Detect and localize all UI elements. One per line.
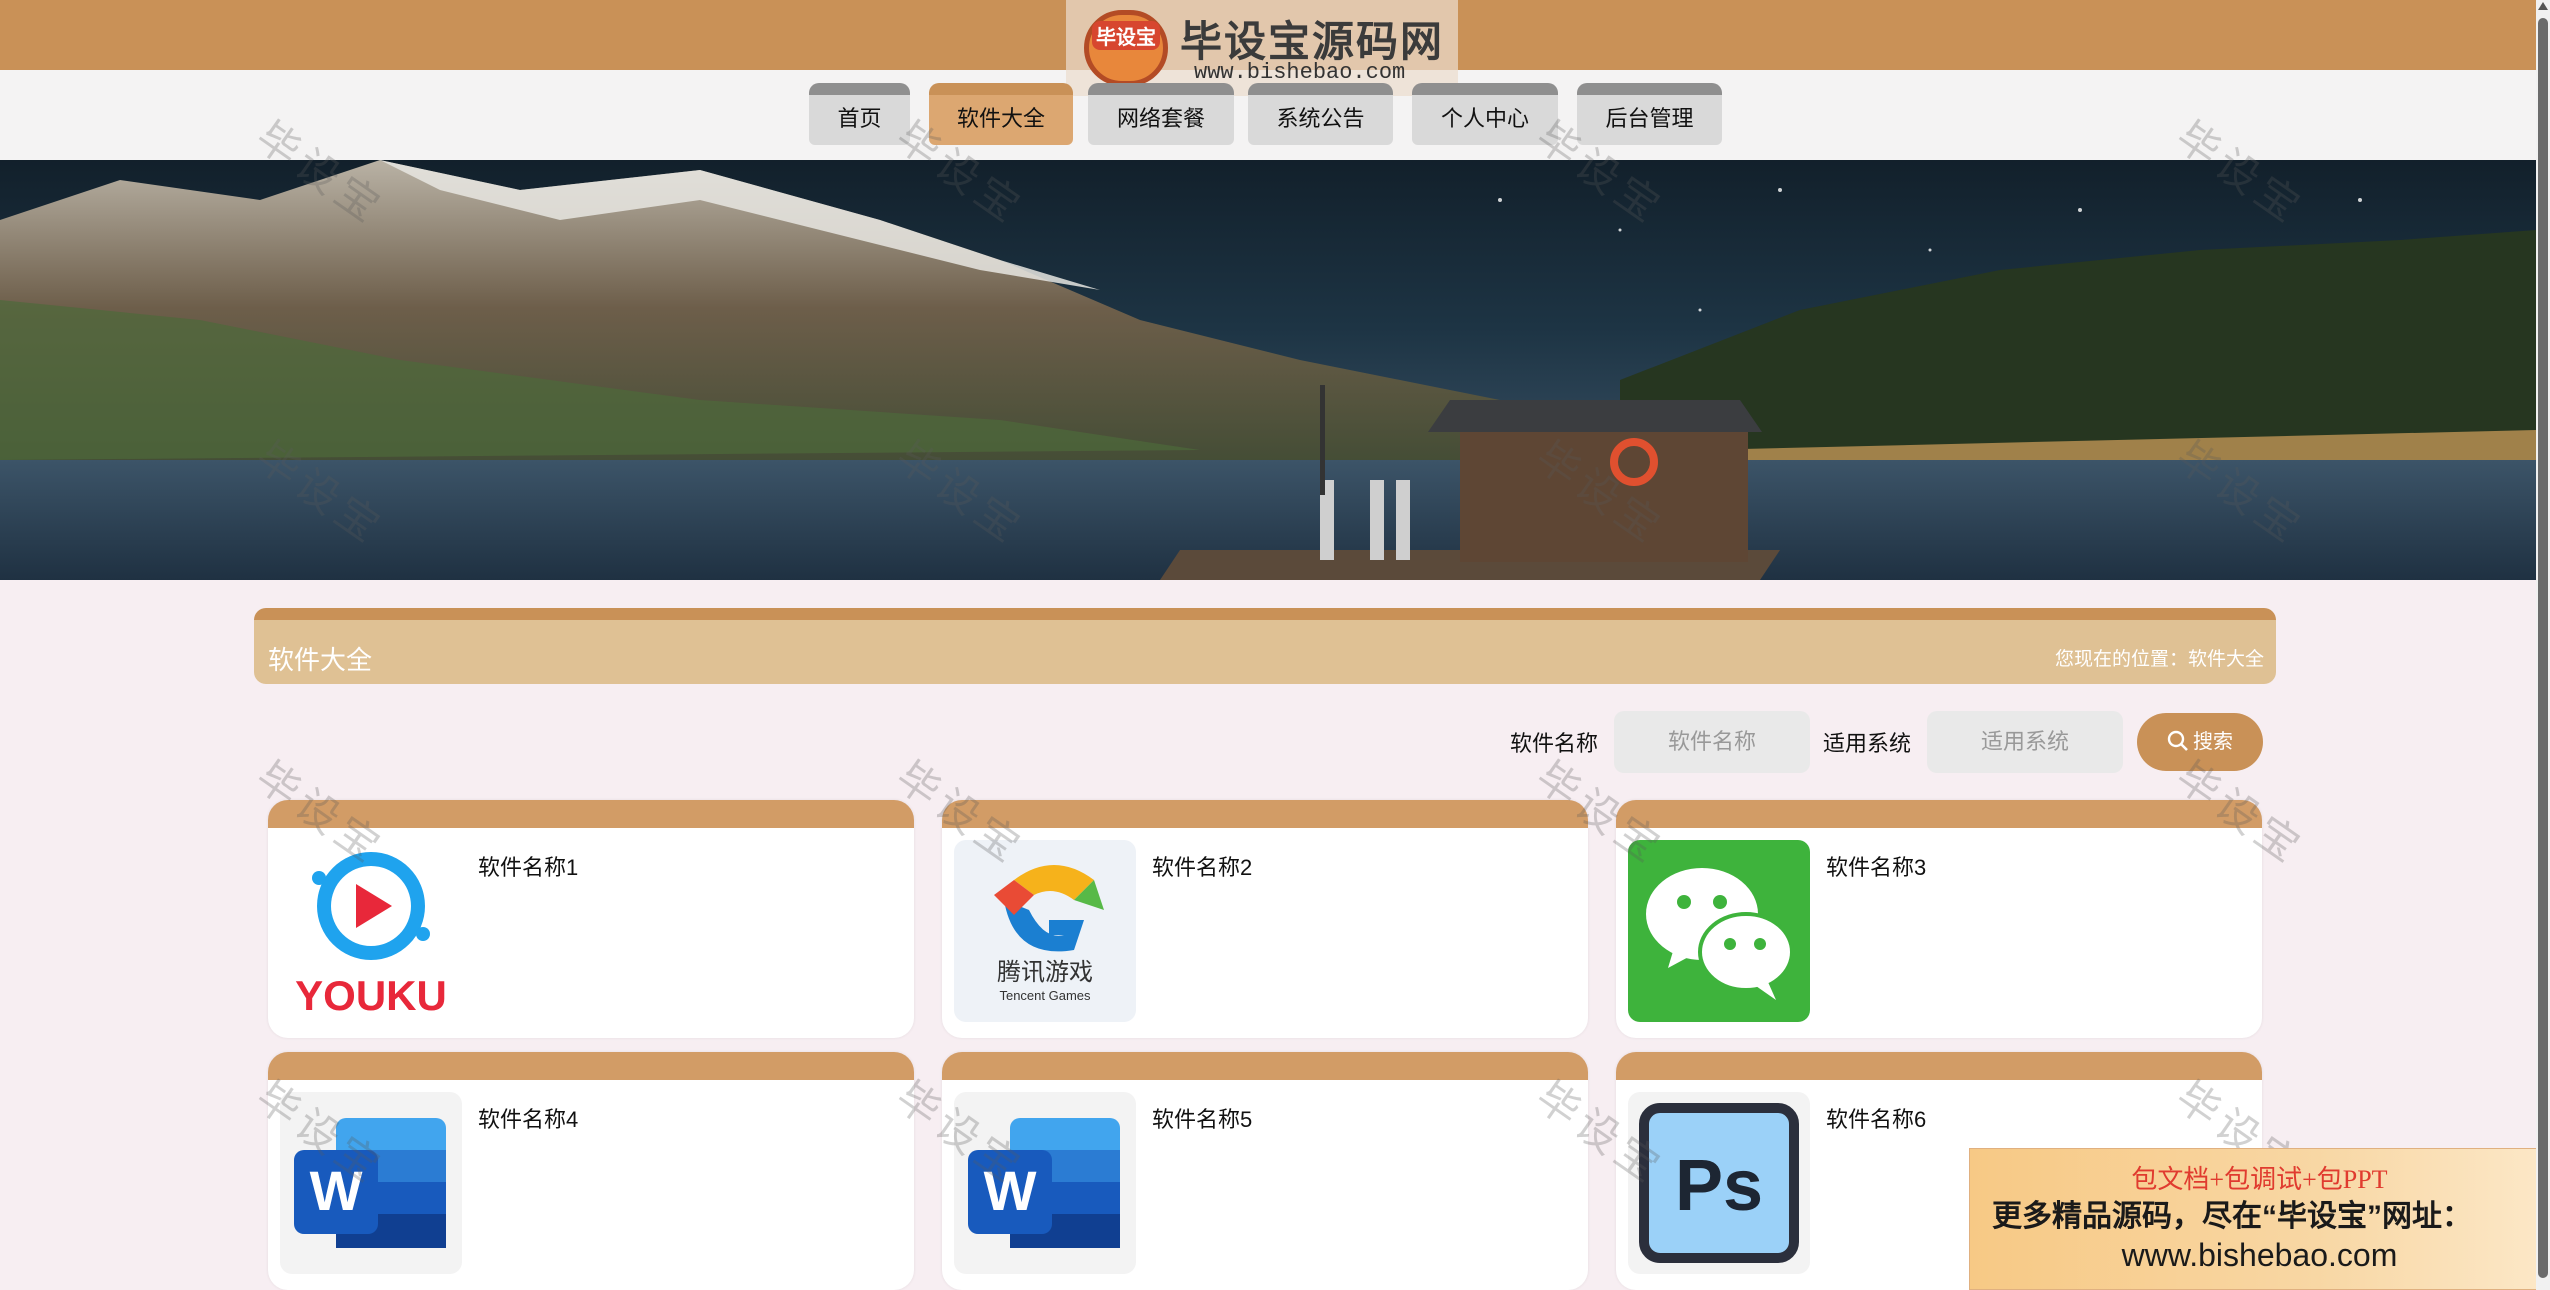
search-system-input[interactable] — [1927, 711, 2123, 773]
svg-text:Tencent Games: Tencent Games — [999, 988, 1091, 1003]
product-name: 软件名称4 — [478, 1107, 579, 1132]
product-card[interactable]: 腾讯游戏 Tencent Games 软件名称2 — [942, 800, 1588, 1038]
svg-text:W: W — [984, 1159, 1037, 1222]
product-name: 软件名称1 — [478, 855, 579, 880]
photoshop-logo-icon: Ps — [1628, 1092, 1810, 1274]
search-icon — [2167, 730, 2188, 751]
scrollbar-thumb[interactable] — [2538, 18, 2548, 1278]
lake-landscape-image — [0, 160, 2536, 580]
promo-banner[interactable]: 包文档+包调试+包PPT 更多精品源码，尽在“毕设宝”网址： www.bishe… — [1969, 1148, 2550, 1290]
promo-line-2: 更多精品源码，尽在“毕设宝”网址： — [1992, 1200, 2472, 1233]
svg-text:W: W — [310, 1159, 363, 1222]
svg-text:YOUKU: YOUKU — [295, 972, 447, 1019]
svg-text:腾讯游戏: 腾讯游戏 — [997, 958, 1093, 986]
product-card[interactable]: YOUKU 软件名称1 — [268, 800, 914, 1038]
word-logo-icon: W — [280, 1092, 462, 1274]
product-name: 软件名称2 — [1152, 855, 1253, 880]
search-name-label: 软件名称 — [1510, 731, 1599, 756]
nav-user-center[interactable]: 个人中心 — [1412, 83, 1558, 145]
logo-badge-text: 毕设宝 — [1092, 21, 1160, 50]
wechat-logo-icon — [1628, 840, 1810, 1022]
product-name: 软件名称5 — [1152, 1107, 1253, 1132]
svg-text:Ps: Ps — [1675, 1146, 1763, 1226]
breadcrumb: 您现在的位置：软件大全 — [2054, 649, 2264, 670]
search-button-label: 搜索 — [2193, 731, 2233, 753]
section-header: 软件大全 您现在的位置：软件大全 — [254, 608, 2276, 684]
nav-software[interactable]: 软件大全 — [929, 83, 1073, 145]
product-card[interactable]: W 软件名称4 — [268, 1052, 914, 1290]
tencent-games-logo-icon: 腾讯游戏 Tencent Games — [954, 840, 1136, 1022]
section-title: 软件大全 — [268, 645, 373, 675]
search-button[interactable]: 搜索 — [2137, 713, 2263, 771]
site-logo[interactable]: 毕设宝 毕设宝源码网 www.bishebao.com — [1066, 0, 1458, 96]
product-card[interactable]: W 软件名称5 — [942, 1052, 1588, 1290]
word-logo-icon: W — [954, 1092, 1136, 1274]
logo-badge-icon: 毕设宝 — [1084, 10, 1168, 86]
promo-url: www.bishebao.com — [2121, 1237, 2398, 1273]
nav-home[interactable]: 首页 — [809, 83, 910, 145]
scroll-up-arrow-icon[interactable] — [2538, 2, 2548, 10]
product-name: 软件名称6 — [1826, 1107, 1927, 1132]
search-system-label: 适用系统 — [1823, 731, 1912, 756]
search-name-input[interactable] — [1614, 711, 1810, 773]
product-name: 软件名称3 — [1826, 855, 1927, 880]
product-card[interactable]: 软件名称3 — [1616, 800, 2262, 1038]
page-scrollbar[interactable] — [2536, 0, 2550, 1290]
hero-banner — [0, 160, 2536, 580]
nav-network-plans[interactable]: 网络套餐 — [1088, 83, 1234, 145]
logo-site-url: www.bishebao.com — [1194, 60, 1406, 85]
nav-announcements[interactable]: 系统公告 — [1248, 83, 1393, 145]
nav-admin[interactable]: 后台管理 — [1577, 83, 1722, 145]
youku-logo-icon: YOUKU — [280, 840, 462, 1022]
